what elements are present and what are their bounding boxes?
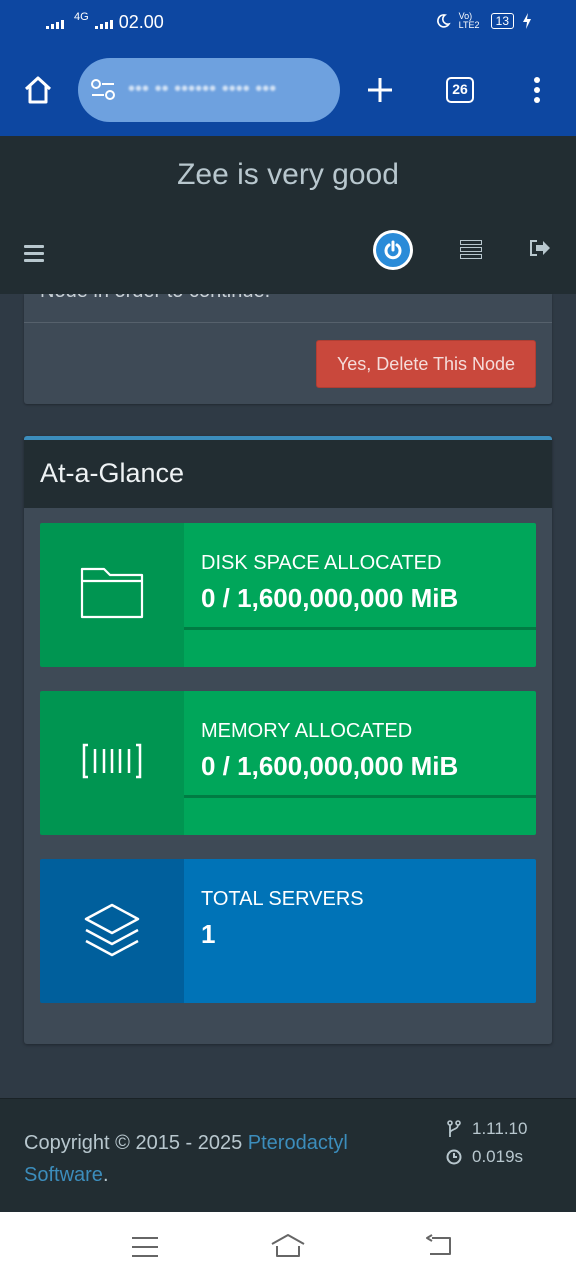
home-nav-icon[interactable] <box>270 1232 306 1260</box>
battery-indicator: 13 <box>490 13 514 29</box>
servers-icon[interactable] <box>460 240 482 261</box>
tab-switcher-button[interactable]: 26 <box>446 77 474 103</box>
url-text: ••• •• •••••• •••• ••• <box>128 78 277 100</box>
info-value: 0 / 1,600,000,000 MiB <box>201 751 459 781</box>
page-footer: Copyright © 2015 - 2025 Pterodactyl Soft… <box>0 1098 576 1212</box>
info-box-content: MEMORY ALLOCATED 0 / 1,600,000,000 MiB <box>184 691 536 835</box>
clock: 02.00 <box>118 12 164 32</box>
moon-icon <box>436 14 451 28</box>
site-settings-icon[interactable] <box>90 78 118 102</box>
signal-icon-2 <box>94 17 113 29</box>
panel-version: 1.11.10 <box>472 1119 528 1138</box>
brand-title[interactable]: Zee is very good <box>0 158 576 192</box>
top-nav <box>0 228 576 278</box>
info-label: DISK SPACE ALLOCATED <box>201 552 442 574</box>
memory-icon <box>40 691 184 835</box>
progress-bar <box>184 627 536 630</box>
info-label: TOTAL SERVERS <box>201 888 364 910</box>
info-box-content: TOTAL SERVERS 1 <box>184 859 536 1003</box>
box-divider <box>24 322 552 323</box>
progress-bar <box>184 795 536 798</box>
delete-node-box: Node in order to continue. Yes, Delete T… <box>24 294 552 404</box>
charging-icon <box>523 13 531 29</box>
copyright-text: Copyright © 2015 - 2025 Pterodactyl Soft… <box>24 1127 424 1191</box>
copyright-prefix: Copyright © 2015 - 2025 <box>24 1132 248 1154</box>
clock-icon <box>446 1149 462 1165</box>
info-box-disk: DISK SPACE ALLOCATED 0 / 1,600,000,000 M… <box>40 523 536 667</box>
render-time: 0.019s <box>472 1147 524 1166</box>
power-icon <box>376 233 410 267</box>
signal-icon <box>46 17 64 29</box>
info-label: MEMORY ALLOCATED <box>201 720 413 742</box>
delete-node-button[interactable]: Yes, Delete This Node <box>316 340 536 388</box>
copyright-suffix: . <box>102 1164 109 1186</box>
volte-label: Vo) LTE2 <box>458 11 480 30</box>
info-box-content: DISK SPACE ALLOCATED 0 / 1,600,000,000 M… <box>184 523 536 667</box>
info-box-memory: MEMORY ALLOCATED 0 / 1,600,000,000 MiB <box>40 691 536 835</box>
box-title: At-a-Glance <box>40 458 185 488</box>
folder-icon <box>40 523 184 667</box>
info-value: 0 / 1,600,000,000 MiB <box>201 583 459 613</box>
back-icon[interactable] <box>424 1234 454 1258</box>
footer-meta: 1.11.10 0.019s <box>446 1115 527 1171</box>
layers-icon <box>40 859 184 1003</box>
system-navigation-bar <box>0 1212 576 1280</box>
recents-icon[interactable] <box>131 1236 159 1258</box>
delete-node-description: Node in order to continue. <box>40 294 270 303</box>
browser-toolbar: ••• •• •••••• •••• ••• 26 <box>0 44 576 136</box>
box-header: At-a-Glance <box>24 440 552 508</box>
address-bar[interactable]: ••• •• •••••• •••• ••• <box>78 58 340 122</box>
status-bar: 4G 02.00 Vo) LTE2 13 <box>0 0 576 44</box>
home-icon[interactable] <box>22 74 54 106</box>
at-a-glance-box: At-a-Glance DISK SPACE ALLOCATED 0 / 1,6… <box>24 436 552 1044</box>
info-value: 1 <box>201 919 216 949</box>
more-options-icon[interactable] <box>532 76 542 104</box>
logout-icon[interactable] <box>528 238 552 258</box>
info-box-servers: TOTAL SERVERS 1 <box>40 859 536 1003</box>
exit-admin-button[interactable] <box>373 230 413 270</box>
code-branch-icon <box>447 1120 461 1137</box>
new-tab-icon[interactable] <box>366 76 394 104</box>
app-header: Zee is very good <box>0 136 576 294</box>
network-type: 4G <box>74 10 89 23</box>
sidebar-toggle-icon[interactable] <box>24 245 44 266</box>
